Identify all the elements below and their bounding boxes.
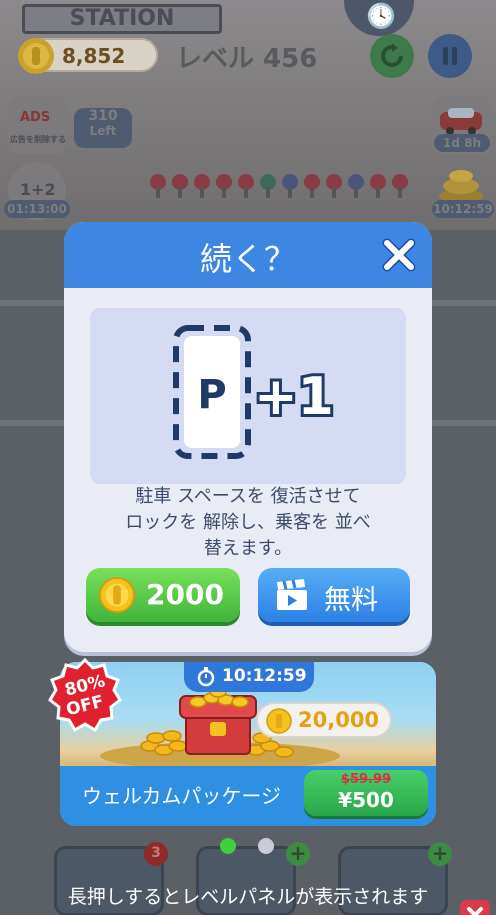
dialog-title: 続く？ <box>199 240 296 278</box>
promo-timer-value: 10:12:59 <box>222 666 307 686</box>
reward-amount: 20,000 <box>298 708 380 732</box>
passenger-peg <box>172 174 188 198</box>
coin-icon <box>98 576 136 614</box>
ads-label: ADS <box>20 110 51 125</box>
description-line: 駐車 スペースを 復活させて <box>135 486 361 507</box>
buy-package-button[interactable]: $59.99 ¥500 <box>304 770 428 816</box>
continue-dialog: 続く？ P +1 駐車 スペースを 復活させて ロックを 解除し、乗客を 並べ … <box>64 222 432 652</box>
close-icon[interactable] <box>378 234 420 276</box>
ads-caption: 広告を削除する <box>10 135 66 144</box>
dismiss-hint-button[interactable] <box>460 900 490 915</box>
remove-ads-button[interactable]: ADS 広告を削除する <box>8 96 66 154</box>
page-dot[interactable] <box>258 838 274 854</box>
original-price: $59.99 <box>340 772 392 787</box>
coin-balance-value: 8,852 <box>62 44 126 68</box>
station-sign: STATION <box>22 4 222 34</box>
close-icon <box>467 907 483 915</box>
slot-count-badge: 3 <box>144 842 168 866</box>
bonus-timer: 01:13:00 <box>4 200 70 218</box>
parking-letter: P <box>197 372 226 418</box>
long-press-hint: 長押しするとレベルパネルが表示されます <box>67 886 429 908</box>
passenger-peg <box>194 174 210 198</box>
remaining-label: Left <box>89 124 117 138</box>
dialog-description: 駐車 スペースを 復活させて ロックを 解除し、乗客を 並べ 替えます。 <box>84 484 412 562</box>
coin-balance: 8,852 <box>18 38 158 74</box>
add-icon: + <box>286 842 310 866</box>
reward-amount-bubble: 20,000 <box>256 702 392 738</box>
coin-icon <box>18 38 54 74</box>
clock-icon: 🕓 <box>366 2 396 30</box>
passenger-peg <box>370 174 386 198</box>
remaining-counter: 310 Left <box>74 108 132 148</box>
coin-cost-label: 2000 <box>146 578 224 611</box>
refresh-icon <box>381 43 403 67</box>
description-line: 替えます。 <box>203 538 293 559</box>
passenger-queue <box>150 170 430 200</box>
pause-button[interactable] <box>428 34 472 78</box>
stopwatch-icon <box>197 667 215 687</box>
discount-badge: 80% OFF <box>48 658 122 732</box>
watch-ad-button[interactable]: 無料 <box>258 568 410 622</box>
restart-button[interactable] <box>370 34 414 78</box>
parking-space-icon: P +1 <box>173 325 337 459</box>
promo-timer: 10:12:59 <box>184 662 314 692</box>
bonus-label: 1+2 <box>20 180 56 199</box>
description-line: ロックを 解除し、乗客を 並べ <box>125 512 371 533</box>
dialog-header: 続く？ <box>64 222 432 288</box>
sale-price: ¥500 <box>338 788 394 812</box>
passenger-peg <box>282 174 298 198</box>
chest-timer: 10:12:59 <box>432 200 494 218</box>
pay-coins-button[interactable]: 2000 <box>86 568 240 622</box>
remaining-count: 310 <box>88 108 118 124</box>
passenger-peg <box>260 174 276 198</box>
passenger-peg <box>392 174 408 198</box>
coin-icon <box>266 708 292 734</box>
passenger-peg <box>238 174 254 198</box>
page-indicator <box>220 838 280 856</box>
add-icon: + <box>428 842 452 866</box>
passenger-peg <box>216 174 232 198</box>
pause-icon <box>443 47 457 65</box>
car-offer-timer: 1d 8h <box>434 134 490 152</box>
passenger-peg <box>150 174 166 198</box>
plus-one-label: +1 <box>254 367 334 427</box>
parking-illustration: P +1 <box>90 308 406 484</box>
clapperboard-icon <box>277 579 307 610</box>
page-dot-active[interactable] <box>220 838 236 854</box>
passenger-peg <box>326 174 342 198</box>
passenger-peg <box>304 174 320 198</box>
car-icon <box>440 108 482 135</box>
passenger-peg <box>348 174 364 198</box>
promo-title: ウェルカムパッケージ <box>82 784 281 808</box>
free-label: 無料 <box>324 585 378 616</box>
level-label: レベル 456 <box>176 44 318 74</box>
coin-stack-icon <box>439 170 483 203</box>
